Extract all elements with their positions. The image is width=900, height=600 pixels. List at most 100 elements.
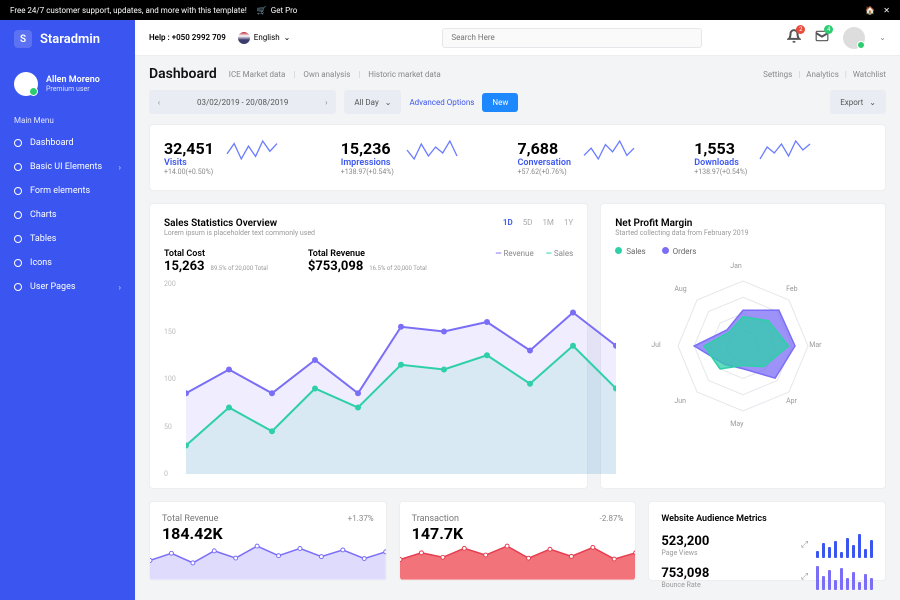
- tab-1Y[interactable]: 1Y: [564, 218, 573, 227]
- total-cost-value: 15,263: [164, 259, 205, 274]
- sidebar-item-dashboard[interactable]: Dashboard: [0, 131, 135, 155]
- radar-month-label: Feb: [786, 285, 797, 293]
- pageviews-label: Page Views: [661, 549, 709, 557]
- chevron-left-icon[interactable]: ‹: [149, 98, 169, 107]
- bounce-bars: [816, 564, 873, 590]
- advanced-options-link[interactable]: Advanced Options: [409, 98, 474, 107]
- new-button[interactable]: New: [482, 93, 518, 112]
- kpi-card: 32,451 Visits +14.00(+0.50%) 15,236 Impr…: [149, 124, 886, 191]
- legend-sales: Sales: [626, 247, 645, 256]
- brand-name: Staradmin: [40, 32, 100, 47]
- chevron-right-icon: ›: [119, 163, 121, 172]
- breadcrumb-item[interactable]: ICE Market data: [229, 70, 286, 79]
- kpi-value: 15,236: [341, 139, 394, 158]
- timeframe-tabs: 1D 5D 1M 1Y: [503, 218, 573, 227]
- search-wrap: [442, 28, 702, 48]
- net-profit-card: Net Profit Margin Started collecting dat…: [600, 203, 886, 489]
- kpi-impressions: 15,236 Impressions +138.97(+0.54%): [341, 139, 518, 176]
- search-input[interactable]: [442, 28, 702, 48]
- top-header: Help : +050 2992 709 English ⌄ 2 4 ⌄: [135, 20, 900, 56]
- date-range-label: 03/02/2019 - 20/08/2019: [169, 98, 316, 107]
- circle-icon: [14, 211, 22, 219]
- home-icon[interactable]: 🏠: [865, 6, 875, 15]
- sidebar-item-label: Charts: [30, 210, 57, 220]
- help-phone: Help : +050 2992 709: [149, 33, 226, 42]
- bounce-value: 753,098: [661, 566, 709, 581]
- mini-revenue-value: 184.42K: [162, 524, 374, 543]
- expand-icon[interactable]: ⤢: [801, 572, 808, 582]
- avatar: [14, 72, 38, 96]
- sidebar-item-tables[interactable]: Tables: [0, 227, 135, 251]
- total-cost-sub: 89.5% of 20,000 Total: [210, 265, 267, 272]
- kpi-label: Visits: [164, 158, 214, 168]
- kpi-delta: +138.97(+0.54%): [694, 168, 747, 176]
- circle-icon: [14, 163, 22, 171]
- kpi-delta: +138.97(+0.54%): [341, 168, 394, 176]
- audience-metrics-card: Website Audience Metrics 523,200 Page Vi…: [648, 501, 886, 581]
- total-revenue-value: $753,098: [308, 259, 363, 274]
- circle-icon: [14, 235, 22, 243]
- controls-row: ‹ 03/02/2019 - 20/08/2019 › All Day ⌄ Ad…: [149, 90, 886, 114]
- chevron-right-icon: ›: [119, 283, 121, 292]
- radar-month-label: Aug: [674, 285, 686, 293]
- radar-month-label: May: [730, 420, 743, 428]
- user-block[interactable]: Allen Moreno Premium user: [0, 58, 135, 110]
- sidebar-item-label: Form elements: [30, 186, 90, 196]
- tab-1M[interactable]: 1M: [542, 218, 553, 227]
- sales-statistics-card: 1D5D1M1Y Sales Statistics Overview Lorem…: [149, 203, 588, 489]
- chevron-down-icon[interactable]: ⌄: [879, 33, 886, 42]
- sidebar-item-label: Dashboard: [30, 138, 74, 148]
- notif-badge: 2: [796, 25, 805, 34]
- export-label: Export: [840, 98, 863, 107]
- period-dropdown[interactable]: All Day ⌄: [344, 90, 401, 114]
- sidebar: S Staradmin Allen Moreno Premium user Ma…: [0, 20, 135, 600]
- kpi-value: 1,553: [694, 139, 747, 158]
- circle-icon: [14, 187, 22, 195]
- circle-icon: [14, 283, 22, 291]
- get-pro-link[interactable]: 🛒 Get Pro: [257, 6, 298, 15]
- brand-logo[interactable]: S Staradmin: [0, 20, 135, 58]
- tab-1D[interactable]: 1D: [503, 218, 513, 227]
- profit-title: Net Profit Margin: [615, 218, 871, 229]
- mini-revenue-delta: +1.37%: [348, 514, 374, 523]
- sidebar-item-form-elements[interactable]: Form elements: [0, 179, 135, 203]
- sidebar-item-label: User Pages: [30, 282, 76, 292]
- radar-month-label: Jan: [730, 262, 742, 270]
- watchlist-link[interactable]: Watchlist: [853, 70, 886, 79]
- kpi-visits: 32,451 Visits +14.00(+0.50%): [164, 139, 341, 176]
- kpi-value: 7,688: [518, 139, 571, 158]
- legend-sales: Sales: [546, 249, 574, 258]
- breadcrumb-item[interactable]: Own analysis: [303, 70, 350, 79]
- analytics-link[interactable]: Analytics: [806, 70, 839, 79]
- menu-label: Main Menu: [0, 110, 135, 131]
- export-dropdown[interactable]: Export ⌄: [830, 90, 886, 114]
- chevron-down-icon: ⌄: [385, 98, 392, 107]
- settings-link[interactable]: Settings: [763, 70, 792, 79]
- kpi-delta: +14.00(+0.50%): [164, 168, 214, 176]
- sales-chart: 050100150200: [164, 284, 573, 474]
- messages-button[interactable]: 4: [815, 29, 829, 46]
- chevron-right-icon[interactable]: ›: [316, 98, 336, 107]
- sidebar-item-basic-ui-elements[interactable]: Basic UI Elements ›: [0, 155, 135, 179]
- tab-5D[interactable]: 5D: [523, 218, 533, 227]
- expand-icon[interactable]: ⤢: [801, 540, 808, 550]
- sidebar-item-charts[interactable]: Charts: [0, 203, 135, 227]
- sidebar-item-icons[interactable]: Icons: [0, 251, 135, 275]
- sidebar-item-user-pages[interactable]: User Pages ›: [0, 275, 135, 299]
- total-cost-label: Total Cost: [164, 249, 268, 259]
- period-label: All Day: [354, 98, 378, 107]
- language-selector[interactable]: English ⌄: [238, 32, 291, 44]
- brand-badge: S: [14, 30, 32, 48]
- mini-trans-delta: -2.87%: [600, 514, 624, 523]
- promo-text: Free 24/7 customer support, updates, and…: [10, 6, 247, 15]
- close-icon[interactable]: ✕: [883, 6, 890, 15]
- circle-icon: [14, 139, 22, 147]
- user-menu[interactable]: [843, 27, 865, 49]
- mini-trans-label: Transaction: [412, 514, 624, 524]
- radar-month-label: Jul: [651, 341, 660, 349]
- notifications-button[interactable]: 2: [787, 29, 801, 46]
- breadcrumb-item[interactable]: Historic market data: [368, 70, 440, 79]
- sidebar-item-label: Tables: [30, 234, 56, 244]
- date-range-picker[interactable]: ‹ 03/02/2019 - 20/08/2019 ›: [149, 90, 336, 114]
- mini-trans-value: 147.7K: [412, 524, 624, 543]
